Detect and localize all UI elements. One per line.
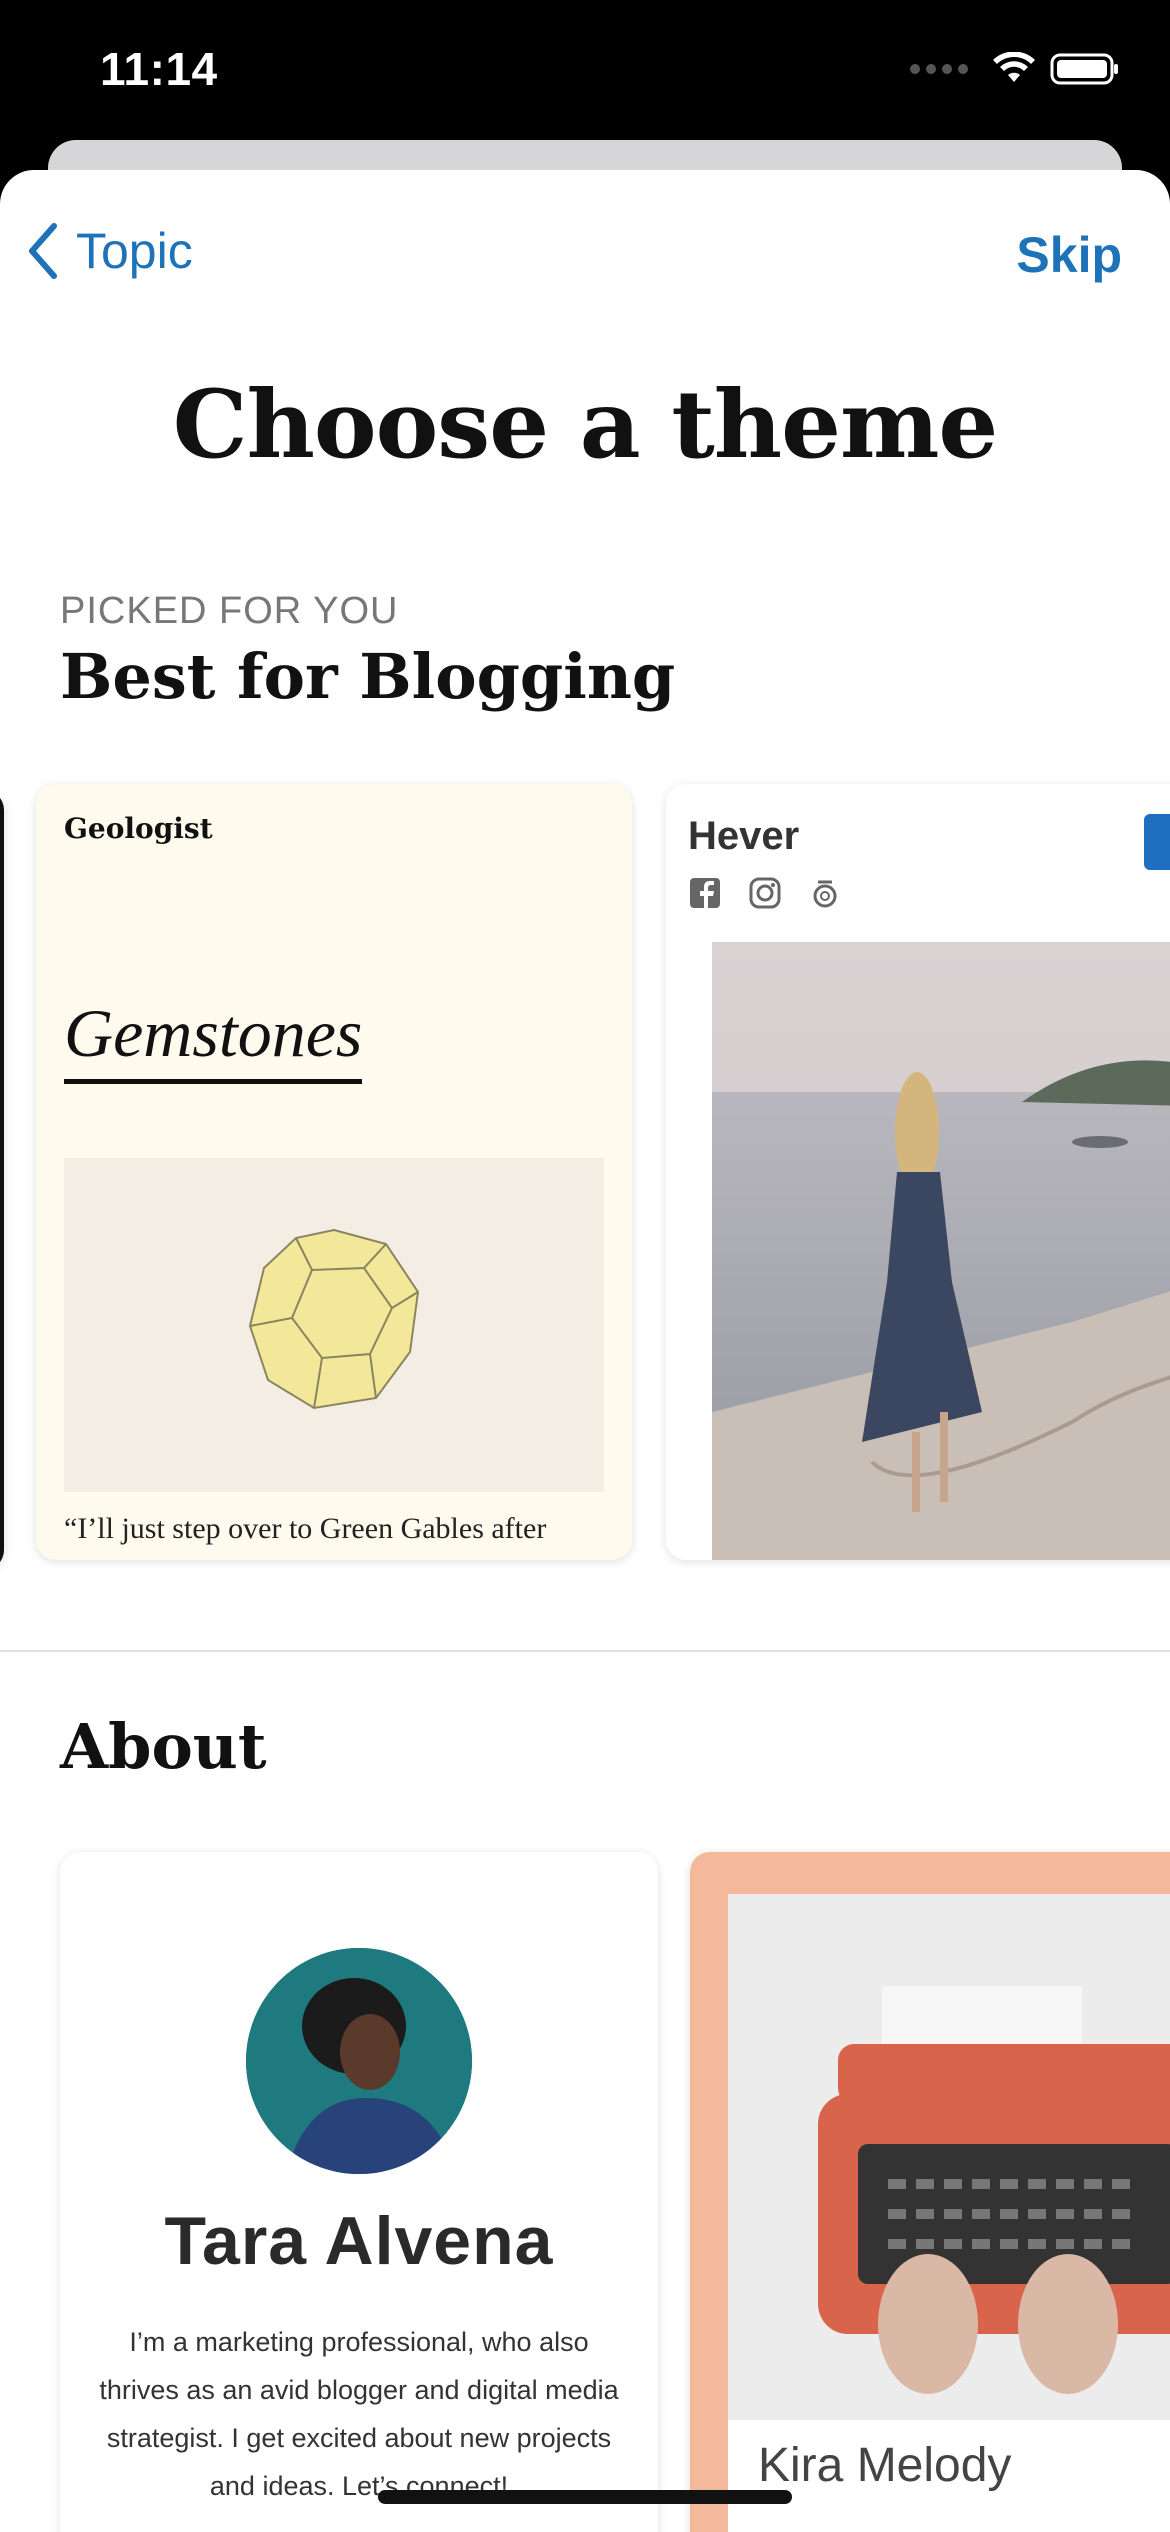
- section-eyebrow: PICKED FOR YOU: [60, 590, 399, 632]
- section-title-blogging: Best for Blogging: [60, 640, 676, 713]
- skip-button[interactable]: Skip: [1016, 226, 1122, 284]
- instagram-icon: [749, 877, 781, 909]
- back-label: Topic: [76, 223, 193, 279]
- menu-button: [1144, 814, 1170, 870]
- profile-name: Tara Alvena: [164, 2203, 554, 2279]
- status-bar: 11:14: [0, 0, 1170, 160]
- typewriter-photo: [728, 1894, 1170, 2420]
- theme-brand: Hever: [688, 814, 800, 858]
- fivehundredpx-icon: [813, 880, 837, 908]
- status-time: 11:14: [100, 43, 218, 95]
- theme-excerpt: “I’ll just step over to Green Gables aft…: [64, 1512, 547, 1545]
- theme-card-kira[interactable]: Kira Melody: [690, 1852, 1170, 2532]
- battery-icon: [1050, 53, 1118, 85]
- signal-dots-icon: [910, 64, 968, 74]
- status-icons: [910, 52, 1120, 86]
- theme-picker-sheet: Topic Skip Choose a theme PICKED FOR YOU…: [0, 170, 1170, 2532]
- wifi-icon: [993, 52, 1035, 82]
- theme-card-hever[interactable]: Hever: [666, 784, 1170, 1560]
- theme-card-previous[interactable]: [0, 790, 4, 1570]
- section-title-about: About: [60, 1710, 267, 1783]
- gemstone-image: [64, 1158, 604, 1492]
- page-title: Choose a theme: [172, 370, 998, 480]
- theme-card-tara[interactable]: Tara Alvena I’m a marketing professional…: [60, 1852, 658, 2532]
- profile-name: Kira Melody: [758, 2439, 1012, 2492]
- profile-bio: I’m a marketing professional, who also t…: [99, 2327, 619, 2501]
- section-divider: [0, 1650, 1170, 1652]
- home-indicator: [378, 2490, 792, 2504]
- theme-brand: Geologist: [64, 812, 213, 845]
- avatar: [246, 1948, 472, 2174]
- back-button[interactable]: Topic: [26, 222, 193, 280]
- social-icons: [688, 876, 842, 910]
- chevron-left-icon: [29, 223, 57, 279]
- theme-heading: Gemstones: [64, 994, 363, 1084]
- facebook-icon: [690, 878, 720, 908]
- beach-photo: [712, 942, 1170, 1560]
- theme-card-geologist[interactable]: Geologist Gemstones “I’ll just step over…: [36, 784, 632, 1560]
